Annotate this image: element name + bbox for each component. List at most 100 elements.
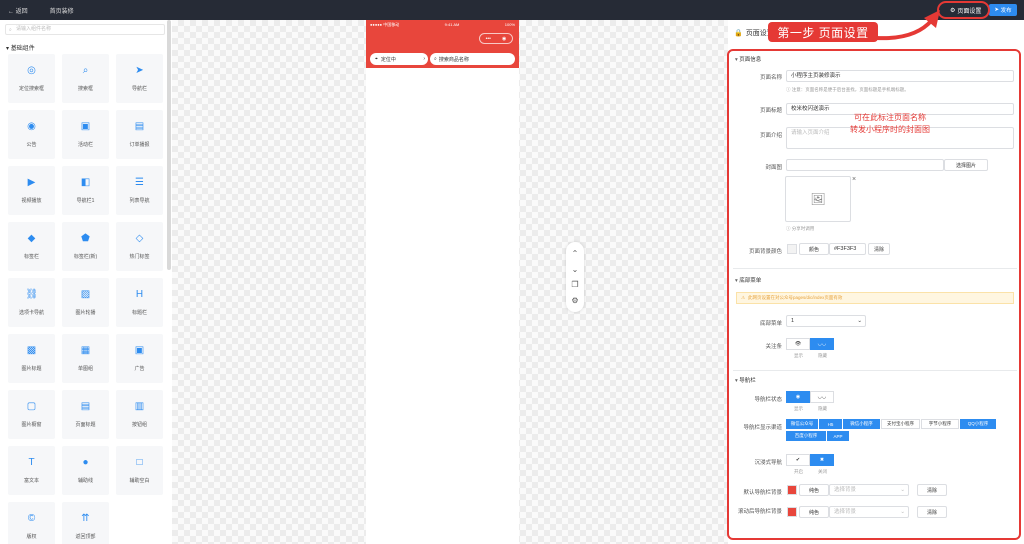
scroll-bg-clear-button[interactable]: 清除	[917, 506, 947, 518]
component-card[interactable]: T 富文本	[8, 446, 55, 495]
component-card[interactable]: ▤ 订单播报	[116, 110, 163, 159]
scroll-bg-select[interactable]: 选择背景 ⌄	[829, 506, 909, 518]
nav-show-option[interactable]: ◉	[786, 391, 810, 403]
component-card[interactable]: H 标题栏	[116, 278, 163, 327]
component-card[interactable]: ⛓ 选项卡导航	[8, 278, 55, 327]
component-card[interactable]: ☰ 列表导航	[116, 166, 163, 215]
channel-tag[interactable]: 百度小程序	[786, 431, 826, 441]
immersive-off-label: 关闭	[818, 469, 827, 474]
phone-preview: ●●●●● 中国移动 9:41 AM 100% ••• ◉ ⌖ 定位中 › ⌕ 搜索商品…	[366, 20, 519, 544]
bg-color-button[interactable]: 颜色	[799, 243, 829, 255]
component-card[interactable]: ▦ 单图组	[62, 334, 109, 383]
copy-icon[interactable]: ❐	[571, 280, 578, 289]
bg-color-swatch[interactable]	[787, 244, 797, 254]
component-label: 公告	[26, 142, 37, 148]
remove-image-icon[interactable]: ×	[852, 176, 856, 183]
component-card[interactable]: ▶ 视频播放	[8, 166, 55, 215]
component-card[interactable]: □ 辅助空白	[116, 446, 163, 495]
component-icon: H	[135, 289, 144, 300]
immersive-toggle: ✔ ✖	[786, 454, 834, 466]
publish-button[interactable]: ➤ 发布	[989, 4, 1017, 16]
panel-scrollbar[interactable]	[167, 20, 171, 270]
component-icon: ◎	[27, 65, 36, 76]
channel-tag[interactable]: 微信公众号	[786, 419, 818, 429]
settings-icon[interactable]: ⚙	[571, 296, 578, 305]
component-card[interactable]: © 版权	[8, 502, 55, 544]
component-card[interactable]: ⌕ 搜索框	[62, 54, 109, 103]
component-label: 图片轮播	[75, 310, 96, 316]
default-bg-swatch[interactable]	[787, 485, 797, 495]
component-label: 导航栏	[131, 86, 147, 92]
component-card[interactable]: ▢ 图片橱窗	[8, 390, 55, 439]
component-label: 热门标签	[129, 254, 150, 260]
bg-color-value[interactable]: #F3F3F3	[829, 243, 866, 255]
group-title[interactable]: ▾ 基础组件	[6, 43, 35, 52]
channel-tag[interactable]: APP	[827, 431, 849, 441]
nav-hide-option[interactable]: ◡◡	[810, 391, 834, 403]
chevron-up-icon[interactable]: ⌃	[572, 249, 579, 258]
group-title-label: 基础组件	[10, 46, 35, 52]
phone-search-bar[interactable]: ⌕ 搜索商品名称	[430, 53, 515, 65]
publish-label: 发布	[1000, 8, 1012, 14]
component-label: 按钮组	[131, 422, 147, 428]
channel-tag[interactable]: 支付宝小程序	[881, 419, 920, 429]
choose-image-button[interactable]: 选择图片	[944, 159, 988, 171]
chevron-down-icon: ⌄	[900, 509, 905, 515]
channel-tag[interactable]: H5	[819, 419, 842, 429]
component-card[interactable]: ▨ 图片轮播	[62, 278, 109, 327]
channel-tag[interactable]: 微信小程序	[843, 419, 880, 429]
component-card[interactable]: ▣ 广告	[116, 334, 163, 383]
section-page-info[interactable]: 页面信息	[735, 55, 761, 63]
chevron-down-icon[interactable]: ⌄	[572, 265, 579, 274]
intro-label: 页面介绍	[759, 133, 782, 139]
search-placeholder: 请输入组件名称	[16, 26, 52, 32]
divider	[733, 268, 1017, 269]
component-card[interactable]: ▥ 按钮组	[116, 390, 163, 439]
component-card[interactable]: ◧ 导航栏1	[62, 166, 109, 215]
cover-url-input[interactable]	[786, 159, 944, 171]
component-card[interactable]: ◇ 热门标签	[116, 222, 163, 271]
component-card[interactable]: ◎ 定位搜索框	[8, 54, 55, 103]
annotation: 可在此标注页面名称 转发小程序时的封面图	[835, 112, 945, 136]
immersive-on-option[interactable]: ✔	[786, 454, 810, 466]
divider	[733, 370, 1017, 371]
channel-tag[interactable]: 字节小程序	[921, 419, 959, 429]
component-card[interactable]: ⇈ 返回顶部	[62, 502, 109, 544]
default-bg-color-button[interactable]: 纯色	[799, 484, 829, 496]
component-card[interactable]: ◆ 标签栏	[8, 222, 55, 271]
component-label: 视频播放	[21, 198, 42, 204]
channel-tag[interactable]: QQ小程序	[960, 419, 996, 429]
section-nav[interactable]: 导航栏	[735, 376, 756, 384]
component-card[interactable]: ➤ 导航栏	[116, 54, 163, 103]
phone-header[interactable]: ●●●●● 中国移动 9:41 AM 100% ••• ◉ ⌖ 定位中 › ⌕ 搜索商品…	[366, 20, 519, 68]
location-icon: ⌖	[375, 56, 378, 62]
location-pill[interactable]: ⌖ 定位中 ›	[370, 53, 428, 65]
component-search-input[interactable]: ⌕ 请输入组件名称	[5, 24, 165, 35]
component-card[interactable]: ◉ 公告	[8, 110, 55, 159]
share-hint-text: 分享时调用	[791, 226, 815, 231]
section-bottom-menu[interactable]: 底部菜单	[735, 276, 761, 284]
component-card[interactable]: ▤ 页面标题	[62, 390, 109, 439]
search-icon: ⌕	[9, 27, 12, 33]
component-card[interactable]: ● 辅助线	[62, 446, 109, 495]
default-bg-placeholder: 选择背景	[834, 487, 857, 493]
default-bg-clear-button[interactable]: 清除	[917, 484, 947, 496]
follow-hide-option[interactable]: ◡◡	[810, 338, 834, 350]
cover-image-placeholder[interactable]: 🖼	[785, 176, 851, 222]
bottom-menu-select[interactable]: 1 ⌄	[786, 315, 866, 327]
scroll-bg-swatch[interactable]	[787, 507, 797, 517]
follow-show-option[interactable]: 👁	[786, 338, 810, 350]
scroll-bg-color-button[interactable]: 纯色	[799, 506, 829, 518]
immersive-off-option[interactable]: ✖	[810, 454, 834, 466]
immersive-on-label: 开启	[794, 469, 803, 474]
component-card[interactable]: ⬟ 标签栏(新)	[62, 222, 109, 271]
page-name-input[interactable]: 小程序主页装修演示	[786, 70, 1014, 82]
name-hint: ⓘ 注意：页面名称是便于后台查找，页面标题是手机端标题。	[786, 87, 909, 92]
component-card[interactable]: ▩ 图片标题	[8, 334, 55, 383]
component-card[interactable]: ▣ 活动栏	[62, 110, 109, 159]
default-bg-select[interactable]: 选择背景 ⌄	[829, 484, 909, 496]
back-link[interactable]: ← 返回	[8, 6, 28, 15]
bg-clear-button[interactable]: 清除	[868, 243, 890, 255]
component-icon: ▣	[134, 345, 145, 356]
component-icon: ⛓	[25, 289, 39, 300]
